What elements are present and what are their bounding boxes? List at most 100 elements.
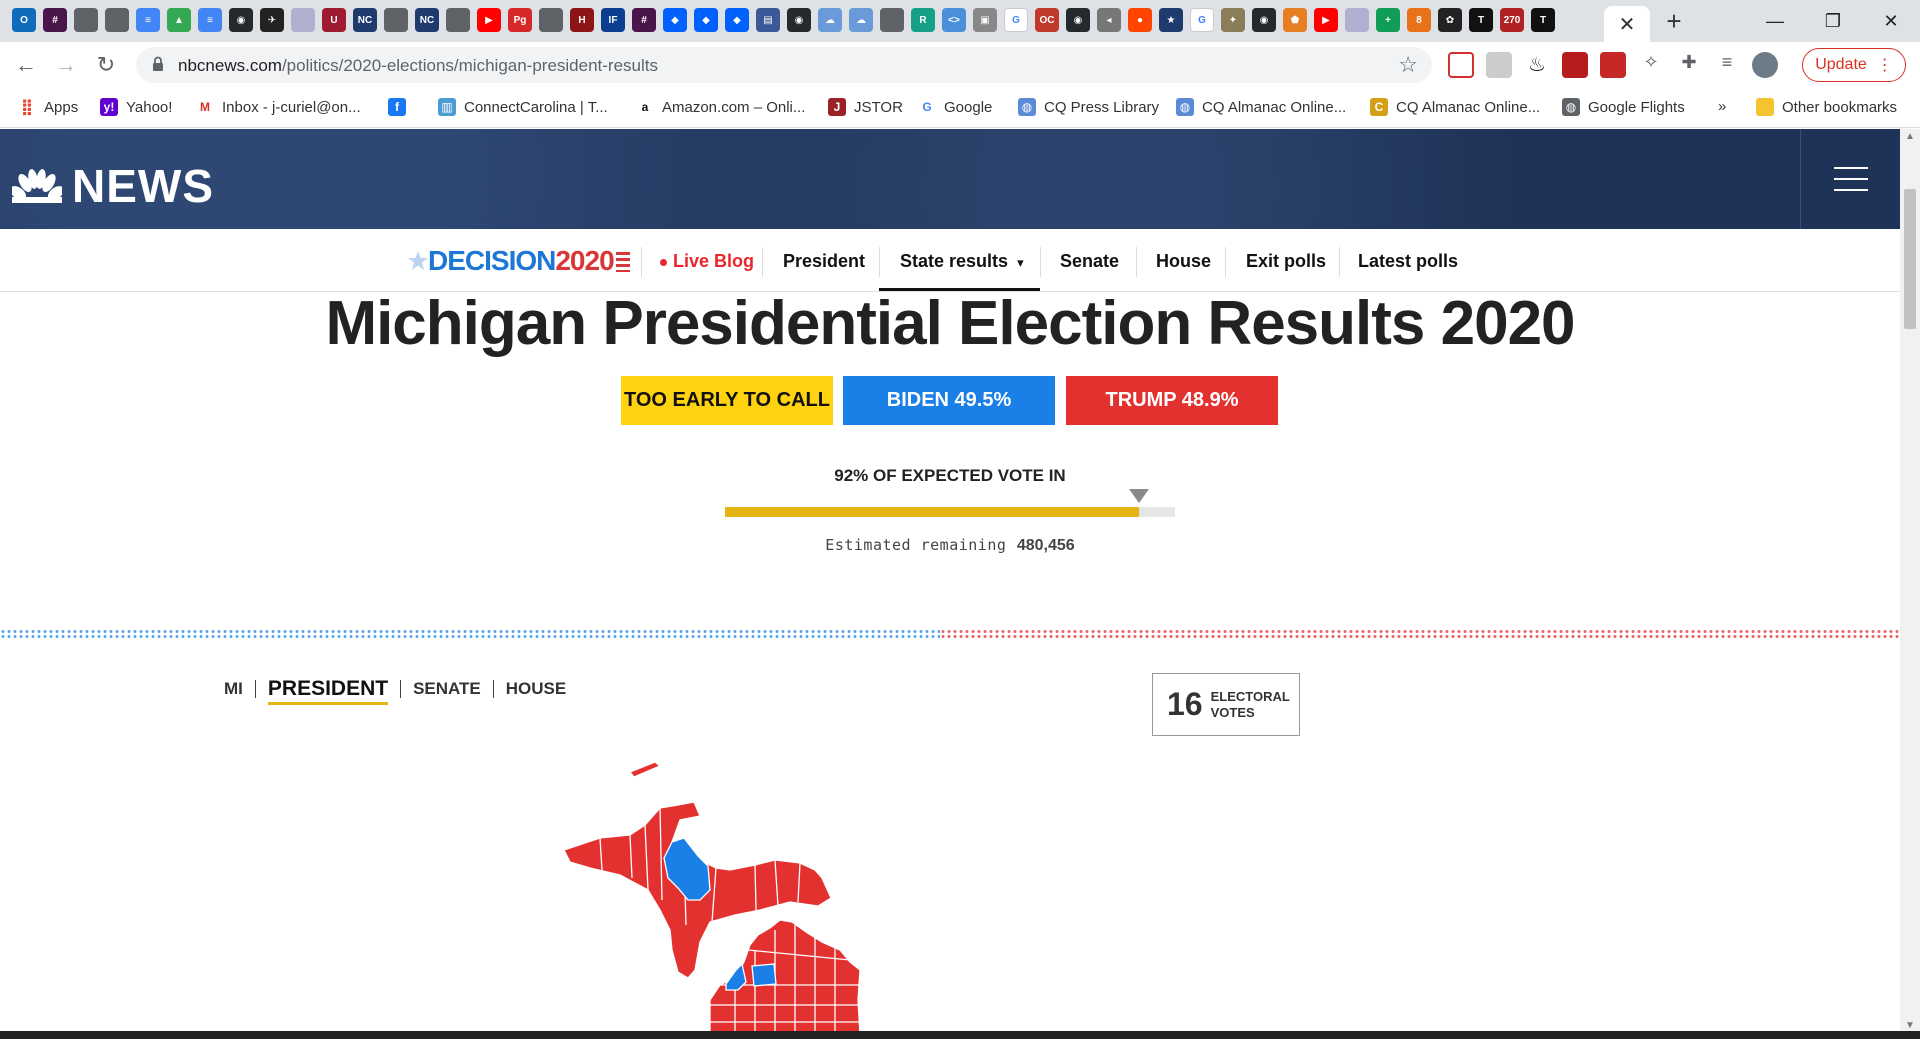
close-tab-icon[interactable]: ✕ bbox=[1619, 12, 1636, 37]
bookmark-cq-almanac-online[interactable]: ◍ CQ Almanac Online... bbox=[1176, 98, 1346, 116]
pocket-extension-icon[interactable] bbox=[1448, 52, 1474, 78]
plus-green-icon[interactable]: + bbox=[1376, 8, 1400, 32]
building-icon[interactable]: ▤ bbox=[756, 8, 780, 32]
pdf-extension-icon[interactable] bbox=[1600, 52, 1626, 78]
bookmark-cq-almanac-online[interactable]: C CQ Almanac Online... bbox=[1370, 98, 1540, 116]
subnav-senate[interactable]: Senate bbox=[1060, 251, 1119, 272]
dropbox-icon[interactable]: ◆ bbox=[725, 8, 749, 32]
bookmark-cq-press-library[interactable]: ◍ CQ Press Library bbox=[1018, 98, 1159, 116]
reading-list-icon[interactable]: ≡ bbox=[1714, 52, 1740, 78]
bookmark-inbox-j-curiel-on[interactable]: M Inbox - j-curiel@on... bbox=[196, 98, 361, 116]
minimize-icon[interactable]: — bbox=[1746, 0, 1804, 42]
google-docs-icon[interactable]: ≡ bbox=[198, 8, 222, 32]
bookmark-google[interactable]: G Google bbox=[918, 98, 992, 116]
reddit-icon[interactable]: ● bbox=[1128, 8, 1152, 32]
google-icon[interactable]: G bbox=[1190, 8, 1214, 32]
bookmark-[interactable]: » bbox=[1718, 98, 1726, 115]
youtube-icon[interactable]: ▶ bbox=[1314, 8, 1338, 32]
forward-arrow-icon[interactable]: → bbox=[52, 51, 80, 79]
bookmark-jstor[interactable]: J JSTOR bbox=[828, 98, 903, 116]
county-shape[interactable] bbox=[751, 963, 777, 987]
bookmark-star-icon[interactable]: ☆ bbox=[1398, 52, 1418, 78]
nbc-news-logo[interactable]: NEWS bbox=[12, 159, 214, 213]
university-icon[interactable]: U bbox=[322, 8, 346, 32]
back-arrow-icon[interactable]: ← bbox=[12, 51, 40, 79]
profile-avatar[interactable] bbox=[1752, 52, 1778, 78]
subnav-house[interactable]: House bbox=[1156, 251, 1211, 272]
decision-2020-logo[interactable]: DECISION 2020 bbox=[408, 245, 630, 277]
dropbox-icon[interactable]: ◆ bbox=[663, 8, 687, 32]
generic-site-icon[interactable] bbox=[446, 8, 470, 32]
bookmark-google-flights[interactable]: ◍ Google Flights bbox=[1562, 98, 1685, 116]
race-tab-senate[interactable]: SENATE bbox=[401, 679, 493, 699]
generic-site-icon[interactable] bbox=[105, 8, 129, 32]
scroll-up-arrow-icon[interactable]: ▲ bbox=[1905, 131, 1915, 142]
generic-site-icon[interactable] bbox=[384, 8, 408, 32]
scroll-down-arrow-icon[interactable]: ▼ bbox=[1905, 1020, 1915, 1031]
wand-extension-icon[interactable]: ✧ bbox=[1638, 52, 1664, 78]
reload-icon[interactable]: ↻ bbox=[92, 51, 120, 79]
bookmark-yahoo[interactable]: y! Yahoo! bbox=[100, 98, 172, 116]
active-tab[interactable]: ✕ bbox=[1604, 6, 1650, 42]
github-icon[interactable]: ◉ bbox=[1252, 8, 1276, 32]
generic-site-icon[interactable] bbox=[74, 8, 98, 32]
race-tab-house[interactable]: HOUSE bbox=[494, 679, 578, 699]
github-icon[interactable]: ◉ bbox=[787, 8, 811, 32]
generic-site-icon[interactable] bbox=[880, 8, 904, 32]
nc-icon[interactable]: NC bbox=[353, 8, 377, 32]
seal-icon[interactable]: ✦ bbox=[1221, 8, 1245, 32]
ifes-icon[interactable]: IF bbox=[601, 8, 625, 32]
scrollbar-thumb[interactable] bbox=[1904, 189, 1916, 329]
page-scrollbar[interactable]: ▲ ▼ bbox=[1900, 129, 1920, 1039]
bookmark-apps[interactable]: ⣿ Apps bbox=[18, 98, 78, 117]
speaker-icon[interactable]: ◂ bbox=[1097, 8, 1121, 32]
address-bar[interactable]: nbcnews.com/politics/2020-elections/mich… bbox=[136, 47, 1432, 83]
bookmark-connectcarolina-t[interactable]: ▥ ConnectCarolina | T... bbox=[438, 98, 608, 116]
update-button[interactable]: Update ⋮ bbox=[1802, 48, 1906, 82]
outlook-icon[interactable]: O bbox=[12, 8, 36, 32]
nbc-peacock-icon[interactable]: ✿ bbox=[1438, 8, 1462, 32]
university-icon[interactable]: H bbox=[570, 8, 594, 32]
nc-icon[interactable]: NC bbox=[415, 8, 439, 32]
bookmark-amazon-com-onli[interactable]: a Amazon.com – Onli... bbox=[636, 98, 805, 116]
subnav-latest-polls[interactable]: Latest polls bbox=[1358, 251, 1458, 272]
flame-extension-icon[interactable]: ♨ bbox=[1524, 52, 1550, 78]
ocj-icon[interactable]: OC bbox=[1035, 8, 1059, 32]
github-icon[interactable]: ◉ bbox=[1066, 8, 1090, 32]
r-icon[interactable]: R bbox=[911, 8, 935, 32]
youtube-icon[interactable]: ▶ bbox=[477, 8, 501, 32]
pin-icon[interactable]: 8 bbox=[1407, 8, 1431, 32]
cloud-icon[interactable]: ☁ bbox=[818, 8, 842, 32]
cloud-icon[interactable]: ☁ bbox=[849, 8, 873, 32]
race-tab-president[interactable]: PRESIDENT bbox=[267, 677, 389, 705]
slack-icon[interactable]: # bbox=[43, 8, 67, 32]
code-icon[interactable]: <> bbox=[942, 8, 966, 32]
new-tab-button[interactable]: + bbox=[1656, 6, 1692, 36]
subnav-live-blog[interactable]: Live Blog bbox=[660, 251, 754, 272]
image-icon[interactable]: ▣ bbox=[973, 8, 997, 32]
puzzle-extensions-icon[interactable]: ✚ bbox=[1676, 52, 1702, 78]
dotted-icon[interactable] bbox=[291, 8, 315, 32]
badge-extension-icon[interactable] bbox=[1562, 52, 1588, 78]
google-docs-icon[interactable]: ≡ bbox=[136, 8, 160, 32]
subnav-state-results[interactable]: State results ▾ bbox=[900, 251, 1024, 272]
race-tab-mi[interactable]: MI bbox=[224, 679, 255, 699]
subnav-exit-polls[interactable]: Exit polls bbox=[1246, 251, 1326, 272]
github-icon[interactable]: ◉ bbox=[229, 8, 253, 32]
flag-270-icon[interactable]: 270 bbox=[1500, 8, 1524, 32]
generic-site-icon[interactable] bbox=[539, 8, 563, 32]
restore-icon[interactable]: ❐ bbox=[1804, 0, 1862, 42]
bookmark-facebook[interactable]: f bbox=[388, 98, 406, 116]
nyt-icon[interactable]: T bbox=[1531, 8, 1555, 32]
dotted-icon[interactable] bbox=[1345, 8, 1369, 32]
dropbox-icon[interactable]: ◆ bbox=[694, 8, 718, 32]
nyt-icon[interactable]: T bbox=[1469, 8, 1493, 32]
county-shape[interactable] bbox=[628, 761, 662, 778]
grey-extension-icon[interactable] bbox=[1486, 52, 1512, 78]
close-window-icon[interactable]: ✕ bbox=[1862, 0, 1920, 42]
pg-icon[interactable]: Pg bbox=[508, 8, 532, 32]
bird-icon[interactable]: ✈ bbox=[260, 8, 284, 32]
google-drive-icon[interactable]: ▲ bbox=[167, 8, 191, 32]
google-icon[interactable]: G bbox=[1004, 8, 1028, 32]
michigan-county-map[interactable] bbox=[560, 750, 940, 1035]
